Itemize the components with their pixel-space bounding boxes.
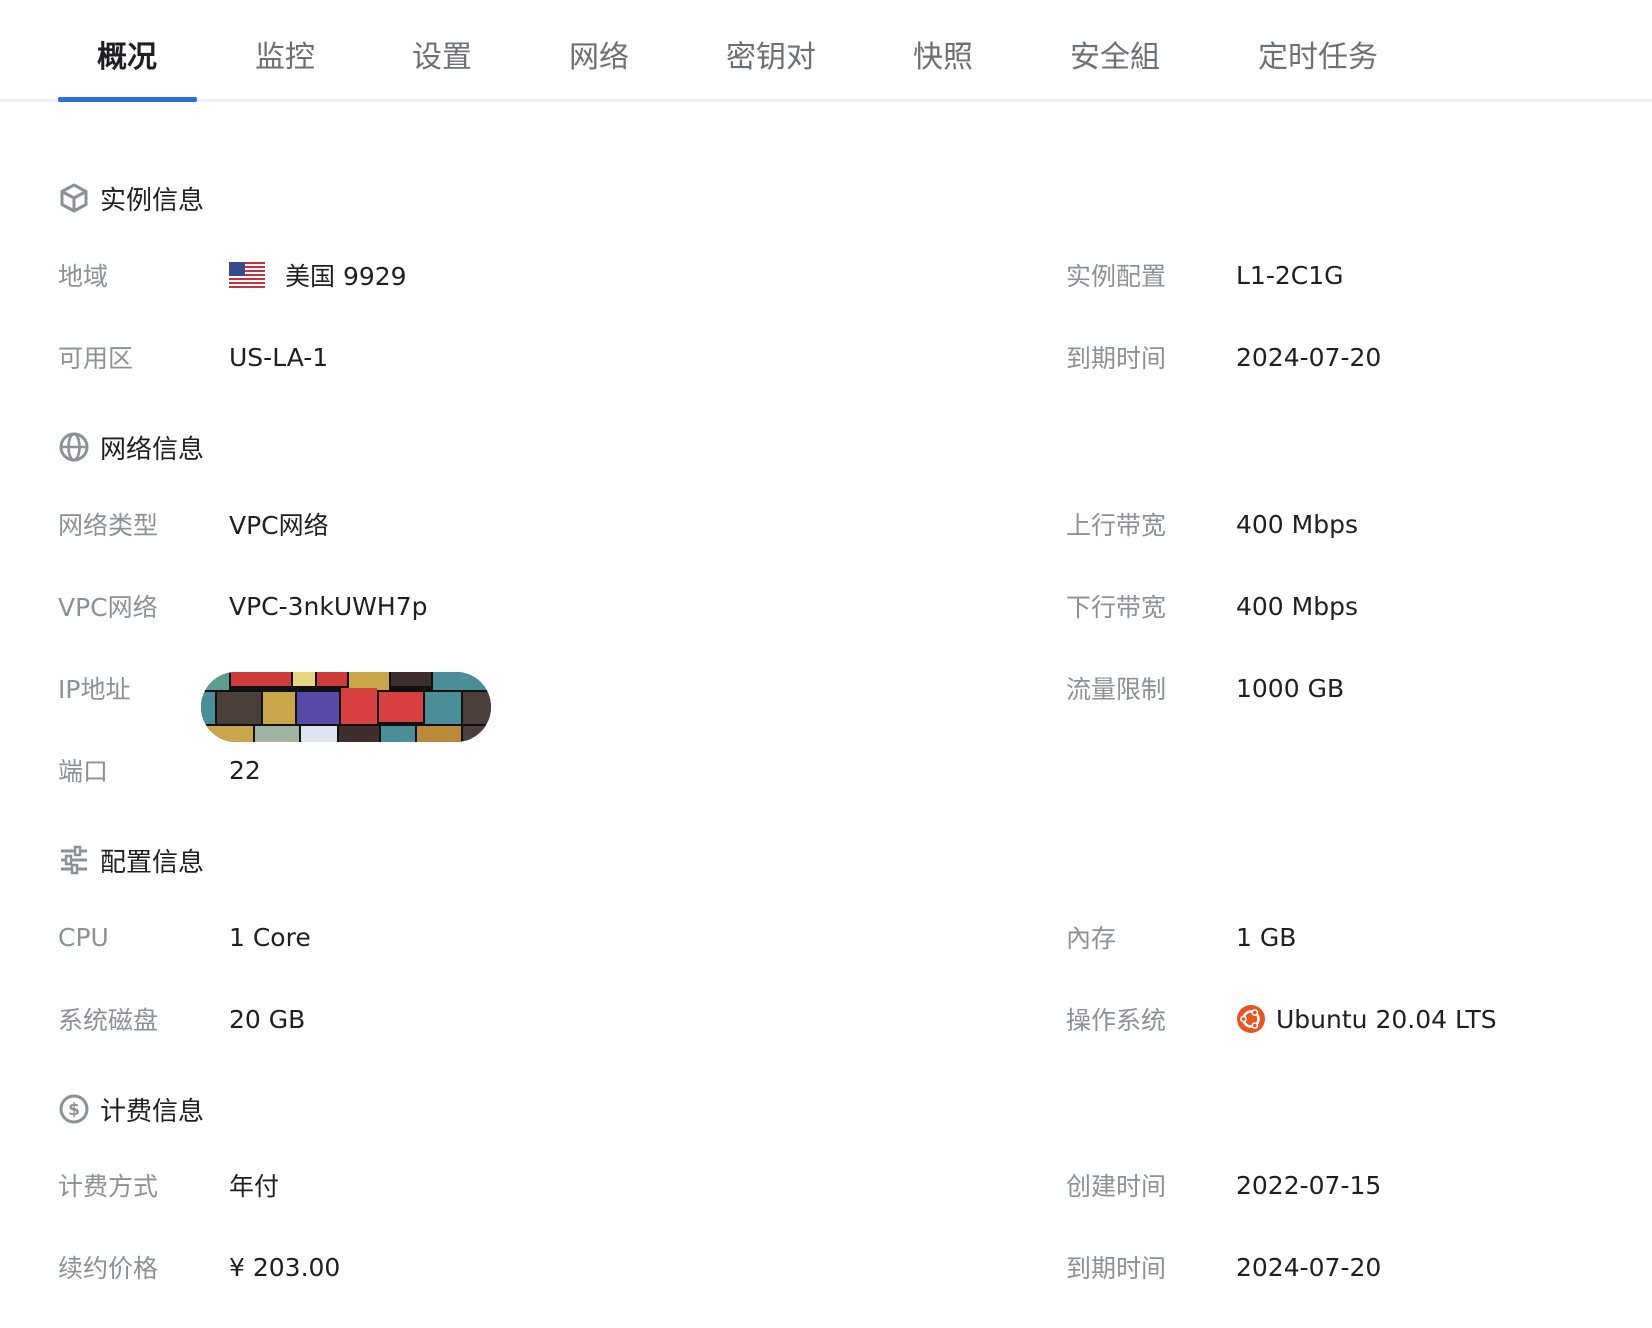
downstream-label: 下行带宽 xyxy=(1066,593,1167,622)
row-billing-expire: 到期时间 2024-07-20 xyxy=(1066,1247,1381,1287)
section-title: 配置信息 xyxy=(100,847,205,878)
row-cpu: CPU 1 Core xyxy=(58,917,311,957)
row-instance-expire: 到期时间 2024-07-20 xyxy=(1066,337,1381,377)
row-port: 端口 22 xyxy=(58,750,261,790)
traffic-value: 1000 GB xyxy=(1236,673,1345,703)
dollar-coin-icon: $ xyxy=(58,1093,90,1125)
tab-keypairs[interactable]: 密钥对 xyxy=(726,36,816,80)
zone-label: 可用区 xyxy=(58,344,134,373)
network-type-value: VPC网络 xyxy=(229,511,329,540)
billing-expire-value: 2024-07-20 xyxy=(1236,1252,1382,1282)
disk-label: 系统磁盘 xyxy=(58,1006,159,1035)
cube-icon xyxy=(58,182,90,214)
cpu-value: 1 Core xyxy=(229,922,311,952)
memory-value: 1 GB xyxy=(1236,922,1297,952)
globe-icon xyxy=(58,431,90,463)
row-upstream: 上行带宽 400 Mbps xyxy=(1066,504,1358,544)
row-traffic-limit: 流量限制 1000 GB xyxy=(1066,668,1344,708)
upstream-label: 上行带宽 xyxy=(1066,511,1167,540)
region-label: 地域 xyxy=(58,262,109,291)
row-os: 操作系统 Ubuntu 20.04 LTS xyxy=(1066,999,1497,1039)
os-text: Ubuntu 20.04 LTS xyxy=(1276,1004,1497,1034)
downstream-value: 400 Mbps xyxy=(1236,591,1358,621)
section-instance-info: 实例信息 xyxy=(58,178,204,218)
billing-method-label: 计费方式 xyxy=(58,1172,159,1201)
row-vpc: VPC网络 VPC-3nkUWH7p xyxy=(58,586,427,626)
traffic-label: 流量限制 xyxy=(1066,675,1167,704)
row-billing-method: 计费方式 年付 xyxy=(58,1165,279,1205)
network-type-label: 网络类型 xyxy=(58,511,159,540)
ip-redacted-mosaic xyxy=(201,672,491,742)
memory-label: 內存 xyxy=(1066,924,1117,953)
row-network-type: 网络类型 VPC网络 xyxy=(58,504,329,544)
region-value: 美国 9929 xyxy=(229,255,407,295)
tab-bar: 概况 监控 设置 网络 密钥对 快照 安全組 定时任务 xyxy=(0,0,1652,102)
zone-value: US-LA-1 xyxy=(229,342,329,372)
os-label: 操作系统 xyxy=(1066,1006,1167,1035)
ubuntu-icon xyxy=(1236,1004,1266,1034)
port-label: 端口 xyxy=(58,757,109,786)
renew-price-value: ¥ 203.00 xyxy=(229,1252,341,1282)
row-downstream: 下行带宽 400 Mbps xyxy=(1066,586,1358,626)
section-title: 计费信息 xyxy=(100,1096,205,1127)
row-zone: 可用区 US-LA-1 xyxy=(58,337,328,377)
tab-overview[interactable]: 概况 xyxy=(97,36,157,80)
tab-settings[interactable]: 设置 xyxy=(412,36,472,80)
row-ip: IP地址 xyxy=(58,668,130,708)
section-title: 网络信息 xyxy=(100,434,205,465)
section-billing-info: $ 计费信息 xyxy=(58,1089,204,1129)
row-renew-price: 续约价格 ¥ 203.00 xyxy=(58,1247,340,1287)
disk-value: 20 GB xyxy=(229,1004,306,1034)
renew-price-label: 续约价格 xyxy=(58,1254,159,1283)
row-disk: 系统磁盘 20 GB xyxy=(58,999,305,1039)
ip-label: IP地址 xyxy=(58,675,131,704)
tab-security-group[interactable]: 安全組 xyxy=(1070,36,1160,80)
tab-network[interactable]: 网络 xyxy=(569,36,629,80)
spec-label: 实例配置 xyxy=(1066,262,1167,291)
expire-value: 2024-07-20 xyxy=(1236,342,1382,372)
tab-scheduled-tasks[interactable]: 定时任务 xyxy=(1258,36,1378,80)
upstream-value: 400 Mbps xyxy=(1236,509,1358,539)
os-value: Ubuntu 20.04 LTS xyxy=(1236,999,1497,1039)
row-created-time: 创建时间 2022-07-15 xyxy=(1066,1165,1381,1205)
billing-method-value: 年付 xyxy=(229,1172,280,1201)
row-region: 地域 美国 9929 xyxy=(58,255,407,295)
billing-expire-label: 到期时间 xyxy=(1066,1254,1167,1283)
created-time-value: 2022-07-15 xyxy=(1236,1170,1382,1200)
us-flag-icon xyxy=(229,262,265,288)
section-network-info: 网络信息 xyxy=(58,427,204,467)
vpc-label: VPC网络 xyxy=(58,593,158,622)
spec-value: L1-2C1G xyxy=(1236,260,1344,290)
svg-text:$: $ xyxy=(68,1100,80,1120)
created-time-label: 创建时间 xyxy=(1066,1172,1167,1201)
port-value: 22 xyxy=(229,755,261,785)
active-tab-indicator xyxy=(58,97,197,102)
section-config-info: 配置信息 xyxy=(58,840,204,880)
expire-label: 到期时间 xyxy=(1066,344,1167,373)
tab-monitor[interactable]: 监控 xyxy=(255,36,315,80)
row-spec: 实例配置 L1-2C1G xyxy=(1066,255,1344,295)
row-memory: 內存 1 GB xyxy=(1066,917,1296,957)
vpc-value: VPC-3nkUWH7p xyxy=(229,591,428,621)
sliders-icon xyxy=(58,844,90,876)
section-title: 实例信息 xyxy=(100,185,205,216)
region-text: 美国 9929 xyxy=(285,262,407,291)
tab-snapshots[interactable]: 快照 xyxy=(913,36,973,80)
cpu-label: CPU xyxy=(58,922,109,952)
